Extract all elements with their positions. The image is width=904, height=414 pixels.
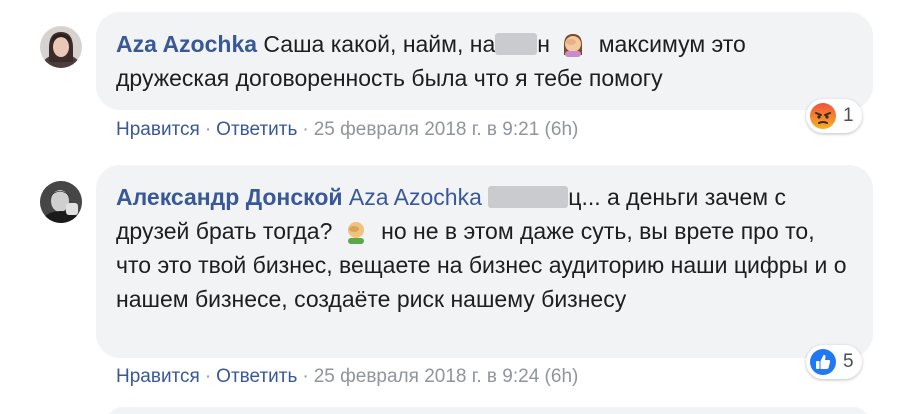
separator: ·	[302, 119, 309, 140]
reaction-count: 5	[843, 351, 854, 372]
comment-timestamp[interactable]: 25 февраля 2018 г. в 9:21 (6h)	[314, 119, 579, 140]
next-comment-bubble-edge	[108, 407, 868, 414]
comment-author[interactable]: Александр Донской	[116, 184, 343, 210]
comment-bubble: Александр Донской Aza Azochka ц... а ден…	[96, 165, 873, 358]
redacted-text	[488, 186, 569, 208]
like-link[interactable]: Нравится	[116, 119, 200, 140]
facepalm-woman-emoji	[560, 31, 586, 57]
angry-reaction-icon	[809, 102, 837, 130]
comment-actions: Нравится · Ответить · 25 февраля 2018 г. в 9…	[116, 366, 578, 388]
like-reaction-icon	[809, 348, 837, 376]
reaction-count: 1	[843, 105, 854, 126]
avatar-aza-azochka[interactable]	[40, 26, 82, 68]
comment-author[interactable]: Aza Azochka	[116, 31, 257, 57]
reaction-summary[interactable]: 1	[806, 99, 862, 133]
reaction-summary[interactable]: 5	[806, 345, 862, 379]
comment-text: Aza Azochka Саша какой, найм, на н максим…	[116, 27, 853, 95]
comment-bubble: Aza Azochka Саша какой, найм, на н максим…	[96, 12, 873, 110]
comment-text: Александр Донской Aza Azochka ц... а ден…	[116, 180, 853, 316]
comment-actions: Нравится · Ответить · 25 февраля 2018 г. в 9…	[116, 119, 578, 141]
redacted-text	[495, 33, 538, 55]
avatar-aleksandr-donskoy[interactable]	[40, 181, 82, 223]
separator: ·	[204, 119, 212, 140]
mention-link[interactable]: Aza Azochka	[349, 184, 482, 210]
reply-link[interactable]: Ответить	[216, 119, 297, 140]
comment-timestamp[interactable]: 25 февраля 2018 г. в 9:24 (6h)	[314, 366, 579, 387]
comment-thread: Aza Azochka Саша какой, найм, на н максим…	[0, 0, 904, 414]
facepalm-man-emoji	[343, 218, 369, 244]
comment-text-part: Саша какой, найм, на	[263, 31, 496, 57]
separator: ·	[204, 366, 212, 387]
like-link[interactable]: Нравится	[116, 366, 200, 387]
comment-text-part: н	[537, 31, 550, 57]
reply-link[interactable]: Ответить	[216, 366, 297, 387]
separator: ·	[302, 366, 309, 387]
